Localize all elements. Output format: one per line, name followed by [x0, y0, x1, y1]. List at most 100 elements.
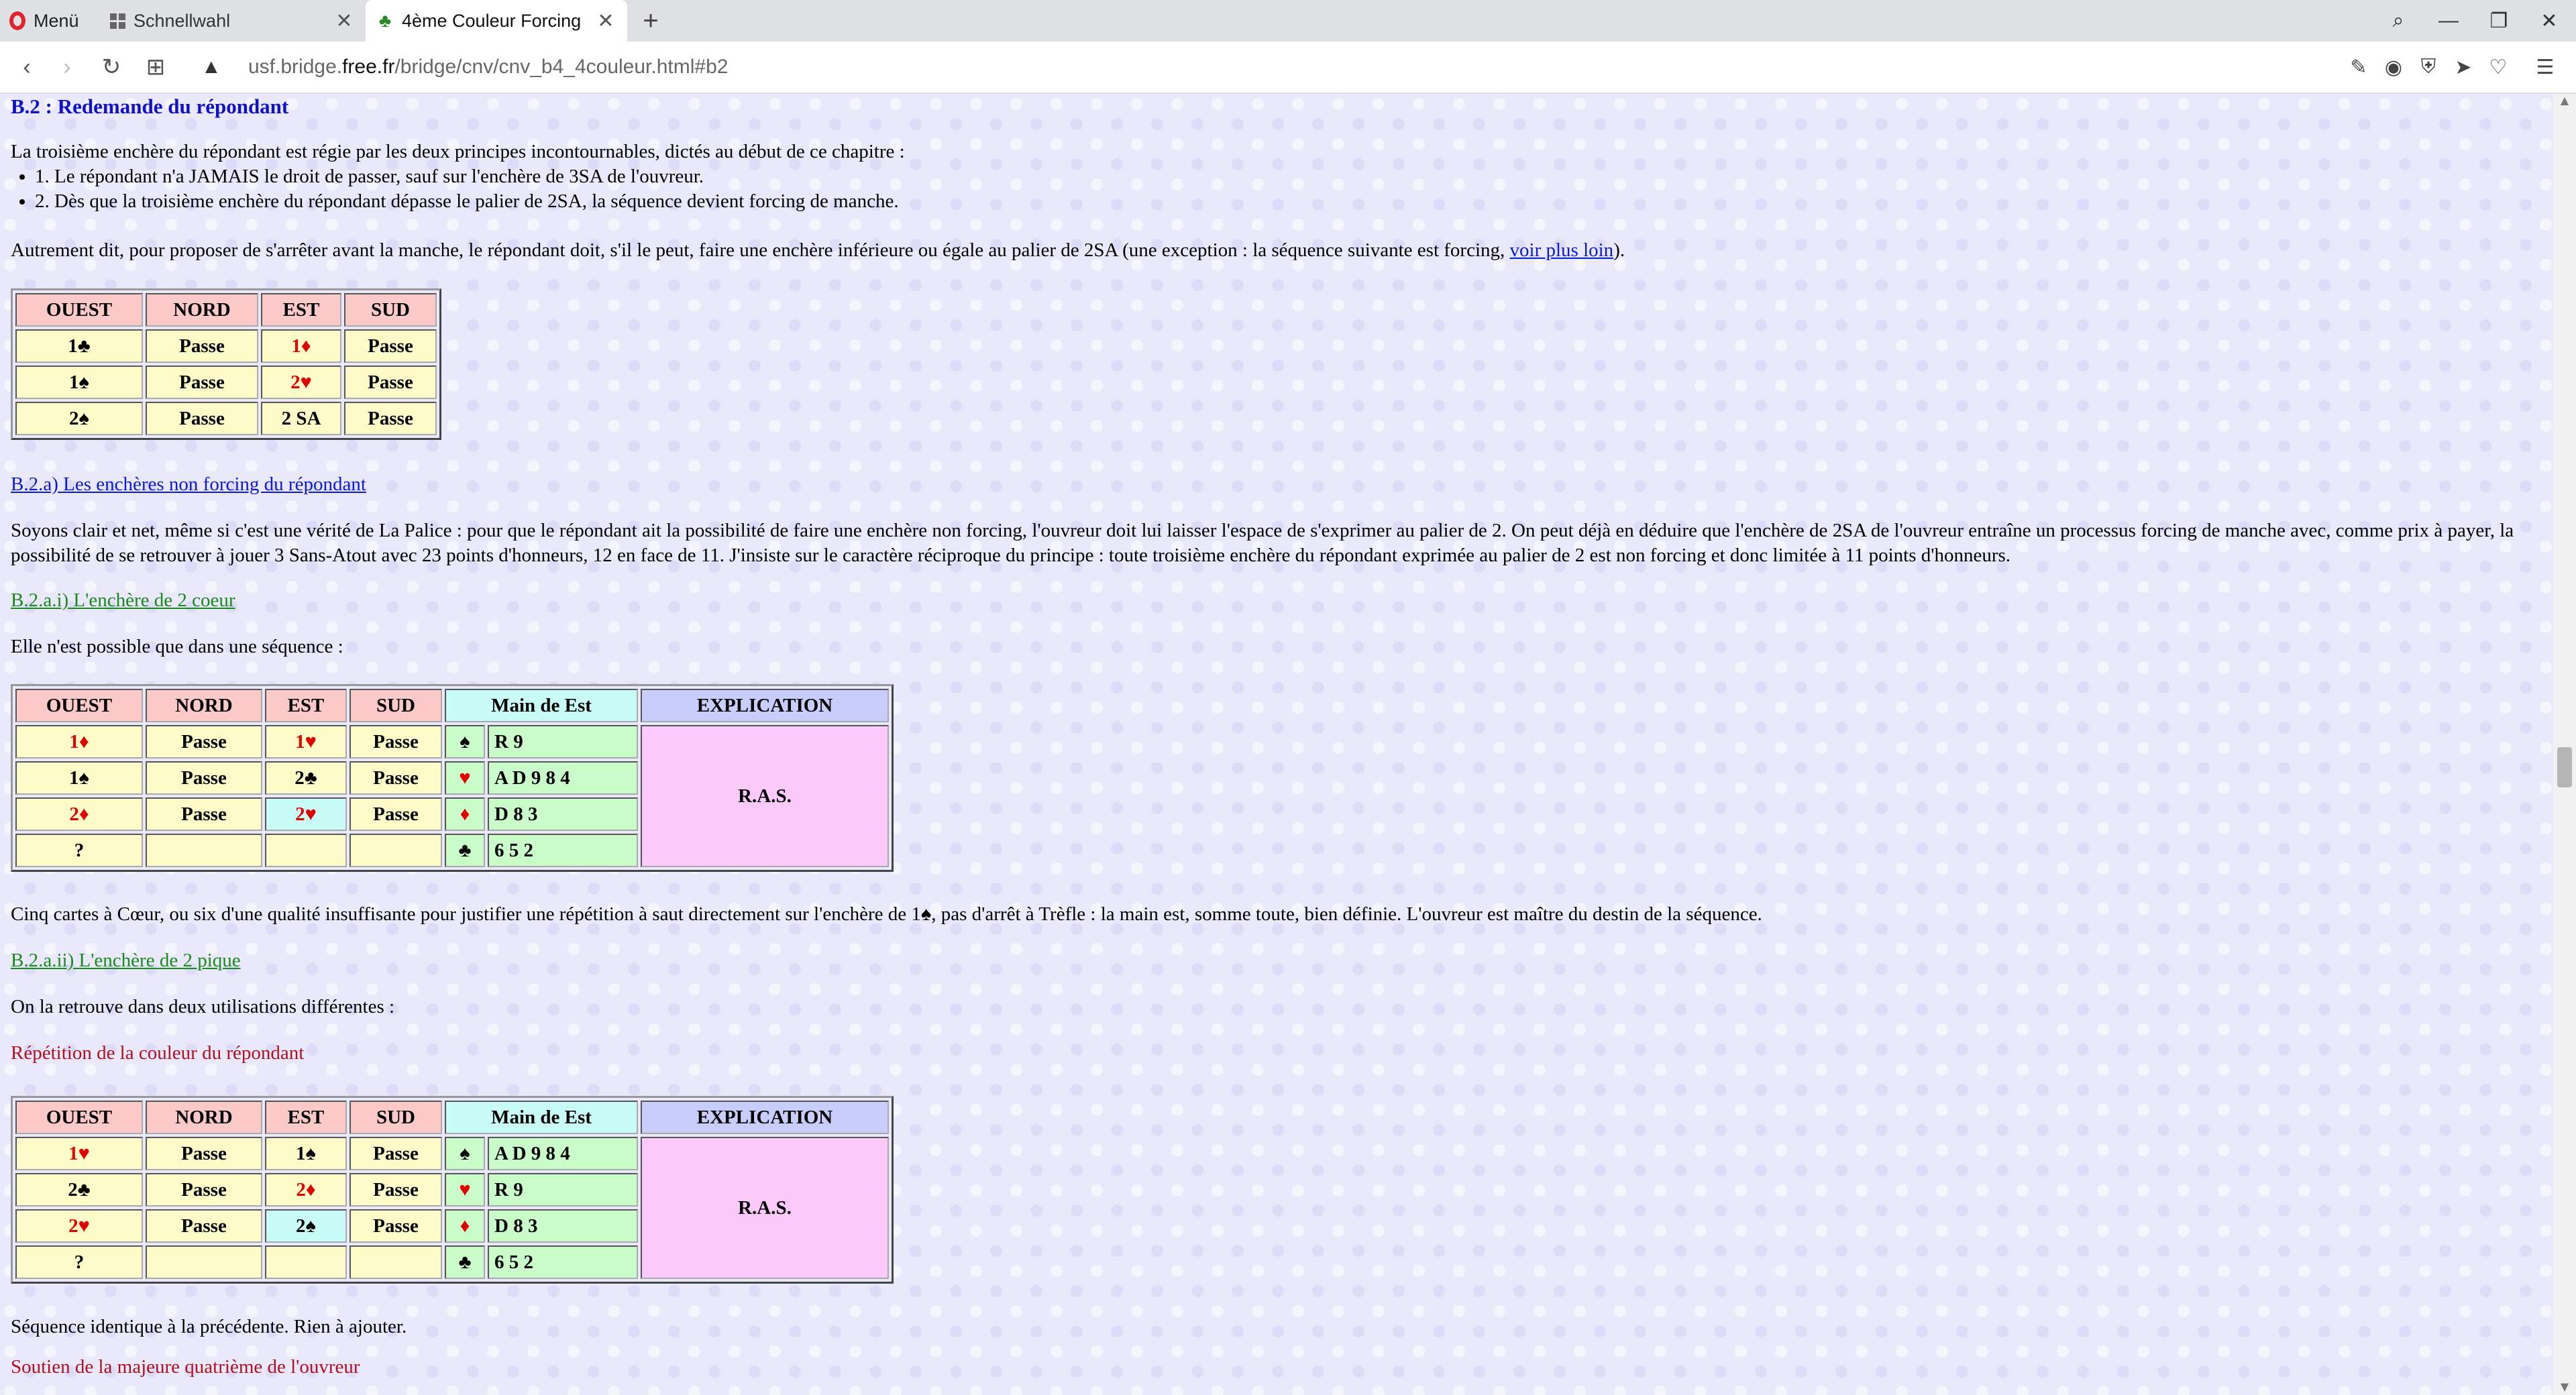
- bid-cell: Passe: [350, 797, 442, 831]
- header-sud: SUD: [350, 689, 442, 722]
- close-window-button[interactable]: ✕: [2526, 0, 2573, 42]
- url-path: /bridge/cnv/cnv_b4_4couleur.html#b2: [394, 56, 729, 78]
- on-paragraph: On la retrouve dans deux utilisations di…: [11, 996, 395, 1017]
- bid-cell-highlighted: 2♥: [265, 797, 347, 831]
- send-icon[interactable]: ➤: [2446, 42, 2481, 93]
- bid-cell: 2♠: [15, 402, 143, 435]
- bid-cell: Passe: [344, 329, 437, 363]
- url-prefix: usf.bridge.: [248, 56, 343, 78]
- heart-suit-icon: ♥: [445, 1173, 485, 1207]
- search-tabs-icon[interactable]: ⌕: [2375, 0, 2422, 42]
- bid-cell: Passe: [146, 725, 262, 759]
- bid-cell: [146, 1245, 262, 1279]
- bid-cell: Passe: [344, 402, 437, 435]
- bid-cell: Passe: [146, 761, 262, 795]
- easy-setup-menu-icon[interactable]: ☰: [2528, 42, 2563, 93]
- opera-logo-icon: [9, 11, 25, 30]
- cinq-text-b: , pas d'arrêt à Trèfle : la main est, so…: [931, 903, 1762, 925]
- forward-button[interactable]: ›: [48, 42, 86, 93]
- header-explication: EXPLICATION: [641, 1101, 889, 1134]
- bid-cell: ?: [15, 834, 143, 867]
- bid-cell: ?: [15, 1245, 143, 1279]
- hand-cards-cell: A D 9 8 4: [488, 761, 638, 795]
- bid-cell: Passe: [350, 725, 442, 759]
- list-item: 1. Le répondant n'a JAMAIS le droit de p…: [35, 164, 899, 189]
- camera-icon[interactable]: ◉: [2376, 42, 2411, 93]
- explication-cell: R.A.S.: [641, 1137, 889, 1279]
- intro-paragraph: La troisième enchère du répondant est ré…: [11, 141, 905, 162]
- tab-bar: Menü Schnellwahl ✕ ♣ 4ème Couleur Forcin…: [0, 0, 2576, 42]
- minimize-window-button[interactable]: —: [2425, 0, 2472, 42]
- autrement-text: Autrement dit, pour proposer de s'arrête…: [11, 239, 1510, 261]
- tab-overview-icon[interactable]: ⊞: [137, 42, 174, 93]
- page-viewport: B.2 : Redemande du répondant La troisièm…: [0, 94, 2553, 1395]
- hand-cards-cell: D 8 3: [488, 797, 638, 831]
- cinq-text-a: Cinq cartes à Cœur, ou six d'une qualité…: [11, 903, 921, 925]
- heart-suit-icon: ♥: [445, 761, 485, 795]
- section-title: B.2 : Redemande du répondant: [11, 95, 289, 118]
- explication-cell: R.A.S.: [641, 725, 889, 867]
- tab-title: 4ème Couleur Forcing: [402, 10, 582, 31]
- tab-speed-dial[interactable]: Schnellwahl ✕: [101, 0, 366, 42]
- table-header-row: OUEST NORD EST SUD Main de Est EXPLICATI…: [15, 689, 889, 722]
- vertical-scrollbar[interactable]: ▲ ▼: [2553, 94, 2576, 1395]
- diamond-suit-icon: ♦: [445, 1209, 485, 1243]
- opera-menu-button[interactable]: Menü: [9, 0, 79, 42]
- restore-window-button[interactable]: ❐: [2475, 0, 2522, 42]
- list-item: 2. Dès que la troisième enchère du répon…: [35, 189, 899, 214]
- header-est: EST: [265, 1101, 347, 1134]
- bid-cell: 2♦: [15, 797, 143, 831]
- bid-cell-highlighted: 2♠: [265, 1209, 347, 1243]
- tab-4eme-couleur[interactable]: ♣ 4ème Couleur Forcing ✕: [366, 0, 627, 42]
- bid-cell: [350, 1245, 442, 1279]
- club-favicon-icon: ♣: [378, 10, 392, 31]
- bid-cell: [265, 834, 347, 867]
- close-tab-icon[interactable]: ✕: [332, 9, 356, 33]
- bid-cell: 2♥: [15, 1209, 143, 1243]
- spade-suit-icon: ♠: [445, 1137, 485, 1170]
- bid-cell: [146, 834, 262, 867]
- scroll-up-icon[interactable]: ▲: [2553, 94, 2576, 109]
- header-ouest: OUEST: [15, 1101, 143, 1134]
- speed-dial-icon: [110, 13, 125, 29]
- back-button[interactable]: ‹: [8, 42, 46, 93]
- bid-cell: Passe: [344, 366, 437, 399]
- b2aii-link[interactable]: B.2.a.ii) L'enchère de 2 pique: [11, 950, 241, 971]
- bid-cell: Passe: [146, 366, 258, 399]
- new-tab-button[interactable]: +: [637, 0, 664, 42]
- bid-cell: Passe: [146, 1209, 262, 1243]
- diamond-suit-icon: ♦: [445, 797, 485, 831]
- bid-cell: [265, 1245, 347, 1279]
- address-bar: ‹ › ↻ ⊞ ▲ usf.bridge. free.fr/bridge/cnv/…: [0, 42, 2576, 94]
- bid-cell: 1♦: [261, 329, 341, 363]
- not-secure-warning-icon[interactable]: ▲: [201, 42, 221, 93]
- bid-cell: 2♣: [15, 1173, 143, 1207]
- table-header-row: OUEST NORD EST SUD Main de Est EXPLICATI…: [15, 1101, 889, 1134]
- bid-cell: 1♥: [265, 725, 347, 759]
- club-suit-icon: ♣: [445, 834, 485, 867]
- snapshot-edit-icon[interactable]: ✎: [2341, 42, 2376, 93]
- bid-cell: Passe: [350, 1137, 442, 1170]
- b2ai-link[interactable]: B.2.a.i) L'enchère de 2 coeur: [11, 590, 235, 611]
- table-row: 1♣ Passe 1♦ Passe: [15, 329, 437, 363]
- autrement-end: ).: [1613, 239, 1625, 261]
- b2a-link[interactable]: B.2.a) Les enchères non forcing du répon…: [11, 473, 366, 495]
- scrollbar-thumb[interactable]: [2557, 747, 2572, 787]
- bid-cell: Passe: [350, 1209, 442, 1243]
- reload-button[interactable]: ↻: [93, 42, 130, 93]
- scroll-down-icon[interactable]: ▼: [2553, 1380, 2576, 1395]
- url-field[interactable]: usf.bridge. free.fr/bridge/cnv/cnv_b4_4co…: [248, 42, 728, 93]
- voir-plus-loin-link[interactable]: voir plus loin: [1510, 239, 1614, 261]
- adblock-shield-icon[interactable]: ⛨: [2411, 42, 2446, 93]
- bidding-table-1: OUEST NORD EST SUD 1♣ Passe 1♦ Passe 1♠ …: [11, 288, 441, 440]
- header-ouest: OUEST: [15, 689, 143, 722]
- repetition-heading: Répétition de la couleur du répondant: [11, 1042, 305, 1064]
- menu-label: Menü: [34, 10, 79, 31]
- close-tab-icon[interactable]: ✕: [594, 9, 618, 33]
- bid-cell: Passe: [350, 1173, 442, 1207]
- cinq-paragraph: Cinq cartes à Cœur, ou six d'une qualité…: [11, 902, 1762, 927]
- rules-list: 1. Le répondant n'a JAMAIS le droit de p…: [11, 164, 899, 214]
- bid-cell: Passe: [146, 329, 258, 363]
- heart-icon[interactable]: ♡: [2481, 42, 2516, 93]
- url-host: free.fr: [342, 56, 395, 78]
